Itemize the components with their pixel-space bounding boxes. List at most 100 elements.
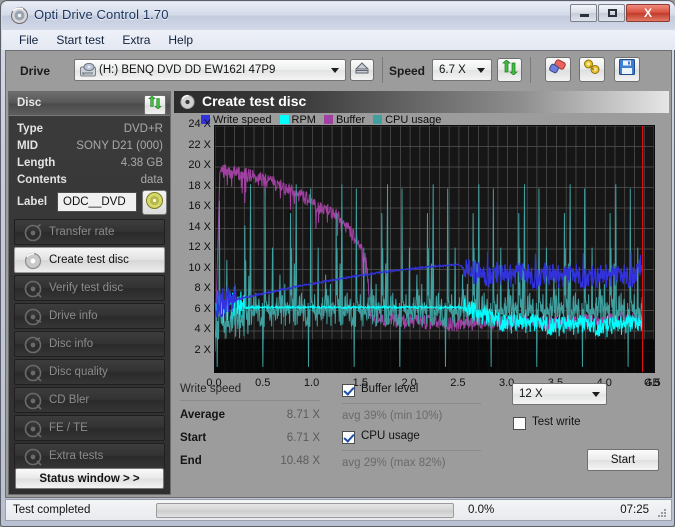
write-speed-rule xyxy=(180,400,320,401)
start-button[interactable]: Start xyxy=(587,449,659,471)
toolbar-separator-2 xyxy=(530,57,531,83)
disc-panel: Disc Type DVD+R MID SONY D21 (000) Lengt… xyxy=(8,91,171,495)
main-panel-title: Create test disc xyxy=(202,93,307,109)
label-input[interactable]: ODC__DVD xyxy=(57,192,137,212)
chart-plot-area[interactable] xyxy=(214,125,655,373)
window-title: Opti Drive Control 1.70 xyxy=(34,7,169,22)
speed-label: Speed xyxy=(389,64,426,78)
menu-item-extra[interactable]: Extra xyxy=(113,31,159,49)
cpu-usage-label: CPU usage xyxy=(361,430,420,442)
resize-grip-icon[interactable] xyxy=(656,506,668,518)
sidebar-item-verify-test-disc[interactable]: Verify test disc xyxy=(14,275,165,301)
maximize-button[interactable] xyxy=(598,4,625,22)
chart-y-tick: 22 X xyxy=(188,138,211,151)
label-input-value: ODC__DVD xyxy=(63,196,126,208)
tools-button[interactable] xyxy=(579,57,605,82)
chart-y-tick: 20 X xyxy=(188,159,211,171)
disc-row-value: SONY D21 (000) xyxy=(76,140,163,152)
chart-y-tick: 16 X xyxy=(188,200,211,212)
toolbar: Drive (H:) BENQ DVD DD EW162I 47P9 Speed… xyxy=(6,51,671,89)
disc-scan-icon xyxy=(24,223,42,242)
disc-panel-title: Disc xyxy=(17,97,42,109)
buffer-level-checkbox[interactable] xyxy=(342,384,355,397)
disc-panel-header: Disc xyxy=(9,92,170,116)
maximize-icon xyxy=(608,9,617,17)
buffer-rule xyxy=(342,403,481,404)
disc-row-key: Type xyxy=(17,123,43,135)
minimize-icon xyxy=(580,14,589,17)
sidebar-item-disc-quality[interactable]: Disc quality xyxy=(14,359,165,385)
menu-item-file[interactable]: File xyxy=(10,31,47,49)
tools-icon xyxy=(583,59,601,80)
cpu-note: avg 29% (max 82%) xyxy=(342,457,446,469)
buffer-note: avg 39% (min 10%) xyxy=(342,410,443,422)
stat-value-average: 8.71 X xyxy=(286,409,320,421)
drive-icon xyxy=(80,62,96,81)
menu-item-help[interactable]: Help xyxy=(159,31,202,49)
close-icon: X xyxy=(643,6,652,20)
eject-icon xyxy=(354,61,370,79)
speed-select-value: 6.7 X xyxy=(439,64,466,76)
sidebar-item-transfer-rate[interactable]: Transfer rate xyxy=(14,219,165,245)
disc-row-key: MID xyxy=(17,140,39,152)
minimize-button[interactable] xyxy=(570,4,597,22)
drive-select-value: (H:) BENQ DVD DD EW162I 47P9 xyxy=(99,64,276,76)
sidebar-item-extra-tests[interactable]: Extra tests xyxy=(14,443,165,469)
chart-y-tick: 18 X xyxy=(188,179,211,192)
sidebar-item-fe-te[interactable]: FE / TE xyxy=(14,415,165,441)
write-speed-select[interactable]: 12 X xyxy=(512,383,607,405)
disc-write-icon xyxy=(179,94,196,110)
erase-button[interactable] xyxy=(545,57,571,82)
stat-key-end: End xyxy=(180,455,202,467)
disc-row-value: DVD+R xyxy=(123,123,163,135)
disc-info-icon xyxy=(24,308,42,326)
disc-info-icon xyxy=(24,336,42,354)
disc-row-key: Length xyxy=(17,157,56,169)
progress-text: 0.0% xyxy=(468,504,495,516)
close-button[interactable]: X xyxy=(626,4,670,22)
chart-y-tick: 14 X xyxy=(188,220,211,233)
label-field-label: Label xyxy=(17,196,48,208)
stats-panel: Write speed Average 8.71 X Start 6.71 X … xyxy=(174,381,669,495)
status-bar: Test completed 0.0% 07:25 xyxy=(5,499,672,521)
disc-label-button[interactable] xyxy=(142,190,167,215)
disc-refresh-button[interactable] xyxy=(144,95,166,115)
sidebar-item-cd-bler[interactable]: CD Bler xyxy=(14,387,165,413)
disc-write-icon xyxy=(24,252,42,270)
cd-disc-icon xyxy=(146,191,163,214)
chart-y-tick: 4 X xyxy=(194,323,211,335)
cpu-usage-checkbox[interactable] xyxy=(342,431,355,444)
refresh-speed-button[interactable] xyxy=(497,58,522,82)
elapsed-time: 07:25 xyxy=(620,504,649,516)
speed-select[interactable]: 6.7 X xyxy=(432,59,492,81)
client-area: Drive (H:) BENQ DVD DD EW162I 47P9 Speed… xyxy=(5,50,672,498)
disc-row-key: Contents xyxy=(17,174,67,186)
legend-swatch-rpm xyxy=(279,115,289,124)
eraser-icon xyxy=(549,59,567,80)
chevron-down-icon xyxy=(331,68,339,73)
buffer-level-label: Buffer level xyxy=(361,383,419,395)
cpu-rule xyxy=(342,450,481,451)
stat-key-start: Start xyxy=(180,432,207,444)
sidebar-item-disc-info[interactable]: Disc info xyxy=(14,331,165,357)
save-icon xyxy=(619,59,635,80)
save-button[interactable] xyxy=(614,57,640,82)
eject-button[interactable] xyxy=(350,59,374,81)
sidebar-item-drive-info[interactable]: Drive info xyxy=(14,303,165,329)
chevron-down-icon xyxy=(477,68,485,73)
window-frame: Opti Drive Control 1.70 X File Start tes… xyxy=(0,0,675,527)
application-window: Opti Drive Control 1.70 X File Start tes… xyxy=(0,0,675,527)
drive-label: Drive xyxy=(20,64,51,78)
disc-check-icon xyxy=(24,280,42,298)
test-write-checkbox[interactable] xyxy=(513,417,526,430)
legend-label-buffer: Buffer xyxy=(335,113,366,126)
write-speed-select-value: 12 X xyxy=(519,388,543,400)
sidebar-item-create-test-disc[interactable]: Create test disc xyxy=(14,247,165,273)
disc-quality-icon xyxy=(24,364,42,382)
disc-fete-icon xyxy=(24,420,42,438)
menu-item-start-test[interactable]: Start test xyxy=(47,31,113,49)
drive-select[interactable]: (H:) BENQ DVD DD EW162I 47P9 xyxy=(74,59,346,81)
window-controls: X xyxy=(570,4,670,22)
status-window-button[interactable]: Status window > > xyxy=(15,468,164,489)
toolbar-separator-1 xyxy=(382,57,383,83)
